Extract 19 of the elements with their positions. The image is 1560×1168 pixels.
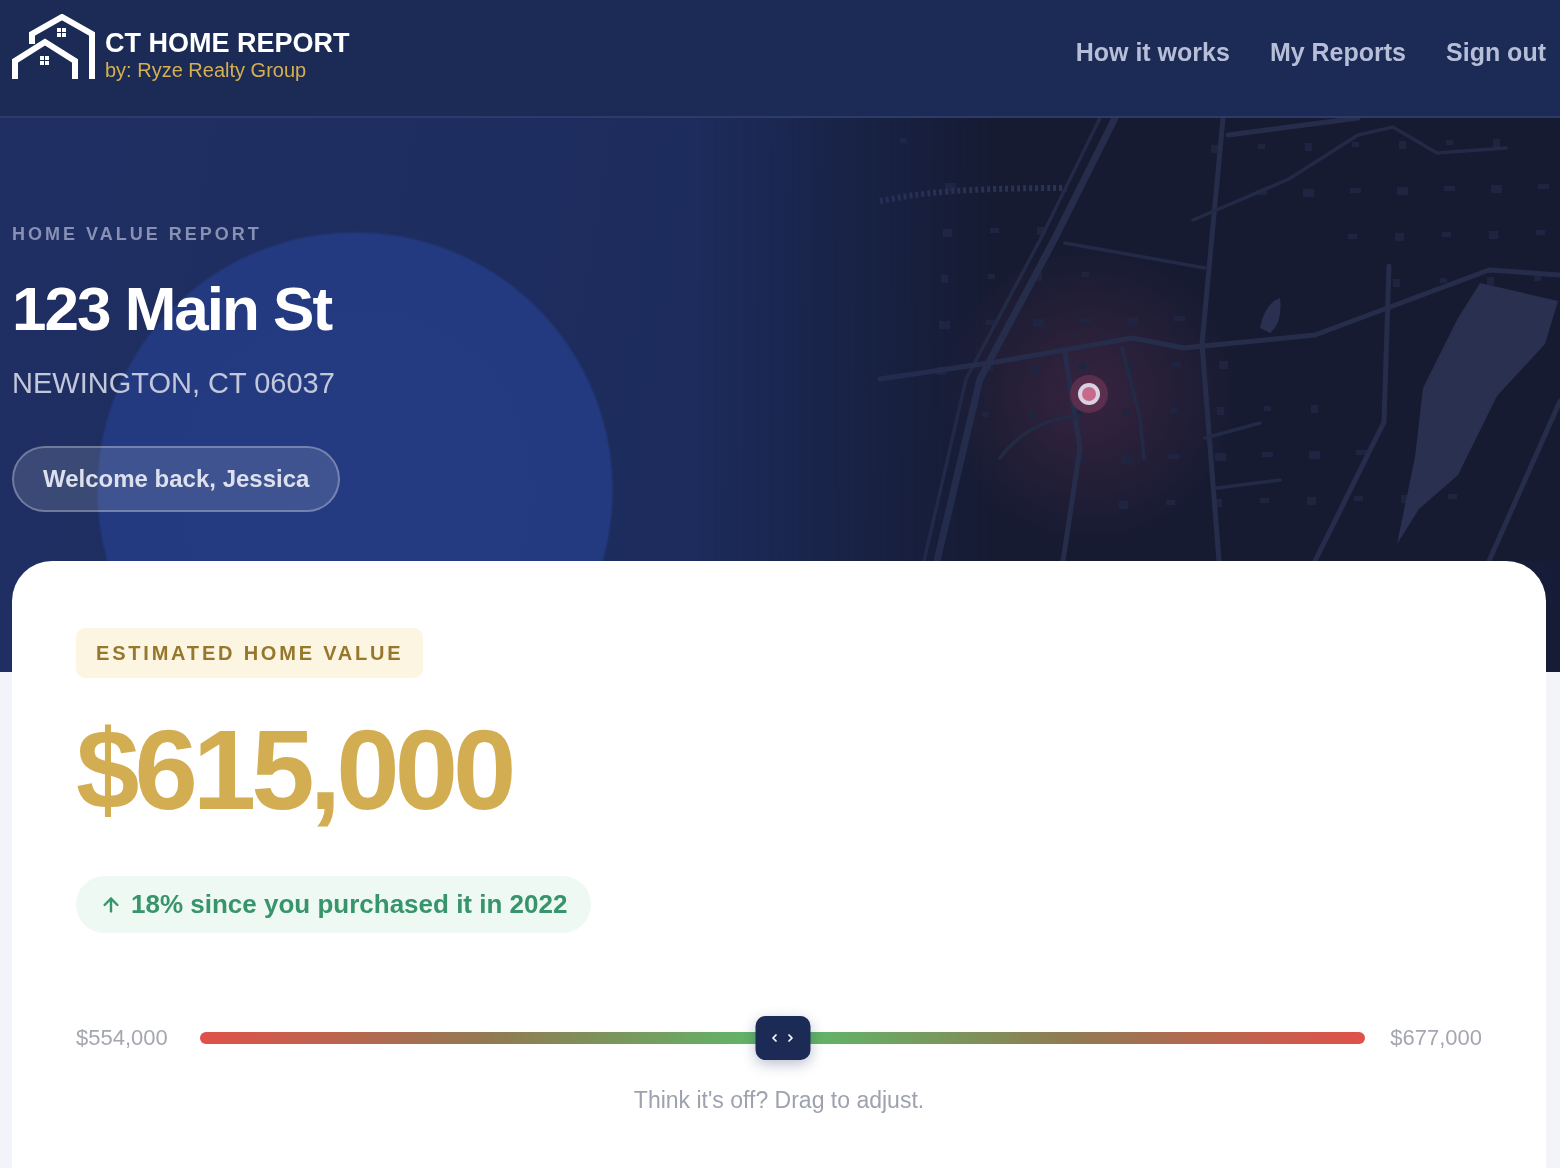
report-eyebrow: HOME VALUE REPORT	[12, 223, 262, 245]
nav-link[interactable]: How it works	[1075, 36, 1230, 68]
nav-link[interactable]: My Reports	[1269, 36, 1406, 68]
estimate-badge: ESTIMATED HOME VALUE	[76, 628, 424, 678]
range-slider-track[interactable]	[200, 1016, 1366, 1060]
range-max-label: $677,000	[1390, 1025, 1482, 1051]
nav-link[interactable]: Sign out	[1446, 36, 1546, 68]
welcome-pill: Welcome back, Jessica	[12, 446, 341, 512]
range-min-label: $554,000	[76, 1025, 169, 1051]
slider-handle[interactable]	[755, 1016, 811, 1060]
brand-subtitle: by: Ryze Realty Group	[105, 59, 308, 81]
city-line: NEWINGTON, CT 06037	[12, 366, 335, 401]
brand-title: CT HOME REPORT	[105, 27, 350, 59]
estimated-value: $615,000	[76, 713, 512, 827]
drag-hint: Think it's off? Drag to adjust.	[633, 1086, 925, 1114]
address-heading: 123 Main St	[12, 275, 332, 343]
change-text: 18% since you purchased it in 2022	[131, 889, 568, 920]
houses-logo-icon	[12, 14, 96, 79]
location-marker-icon	[1070, 375, 1108, 413]
